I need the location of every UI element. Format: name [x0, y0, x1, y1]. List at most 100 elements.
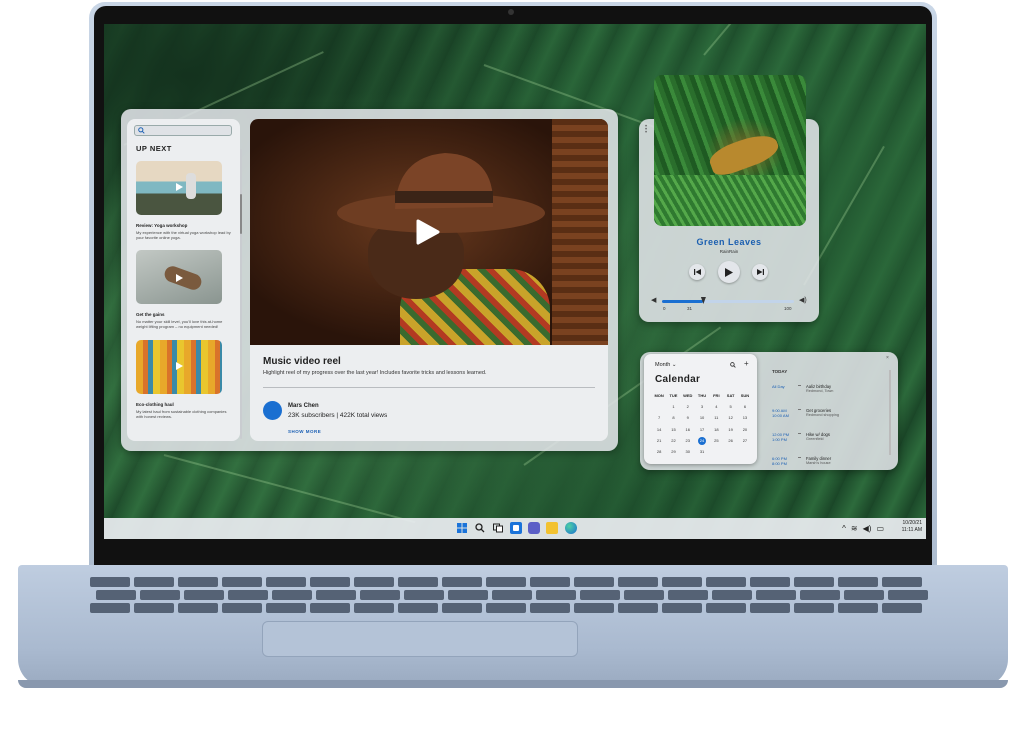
playlist-thumbnail-clothing[interactable]	[136, 340, 222, 394]
calendar-day[interactable]: 29	[666, 448, 680, 456]
keyboard-key	[140, 590, 180, 600]
trackpad	[262, 621, 578, 657]
calendar-day[interactable]: 25	[709, 437, 723, 445]
channel-avatar[interactable]	[263, 401, 282, 420]
channel-name[interactable]: Mars Chen	[288, 403, 319, 409]
volume-max-icon[interactable]: ◀)	[799, 296, 807, 304]
search-icon[interactable]	[474, 522, 486, 534]
event-time: 6:00 PM 8:00 PM	[772, 456, 787, 466]
search-input[interactable]	[134, 125, 232, 136]
keyboard-key	[662, 603, 702, 613]
battery-icon[interactable]: ▭	[876, 524, 884, 533]
calendar-day[interactable]: 20	[738, 426, 752, 434]
calendar-day[interactable]: 18	[709, 426, 723, 434]
keyboard-key	[756, 590, 796, 600]
volume-mute-icon[interactable]: ◀	[651, 296, 656, 304]
view-mode-dropdown[interactable]: Month ⌄	[655, 362, 676, 368]
calendar-day[interactable]: 14	[652, 426, 666, 434]
calendar-day[interactable]: 17	[695, 426, 709, 434]
playlist-item-desc: No matter your skill level, you'll love …	[136, 319, 223, 329]
keyboard-key	[536, 590, 576, 600]
teams-chat-icon[interactable]	[528, 522, 540, 534]
search-icon[interactable]	[730, 362, 736, 368]
calendar-day[interactable]: 10	[695, 414, 709, 422]
task-view-icon[interactable]	[492, 522, 504, 534]
keyboard-key	[486, 577, 526, 587]
play-icon[interactable]	[416, 219, 440, 245]
volume-icon[interactable]: ◀)	[863, 524, 872, 533]
calendar-day[interactable]: 1	[666, 403, 680, 411]
keyboard-key	[888, 590, 928, 600]
playlist-item-title[interactable]: Get the gains	[136, 312, 231, 317]
keyboard-key	[310, 577, 350, 587]
calendar-day[interactable]: 31	[695, 448, 709, 456]
previous-track-button[interactable]	[689, 264, 705, 280]
wifi-icon[interactable]: ≋	[851, 524, 858, 533]
playlist-item-title[interactable]: Review: Yoga workshop	[136, 223, 231, 228]
calendar-title: Calendar	[655, 374, 701, 385]
volume-slider[interactable]	[662, 297, 794, 304]
calendar-day[interactable]: 11	[709, 414, 723, 422]
calendar-day[interactable]: 15	[666, 426, 680, 434]
next-track-button[interactable]	[752, 264, 768, 280]
calendar-day[interactable]: 16	[681, 426, 695, 434]
channel-stats: 23K subscribers | 422K total views	[288, 412, 388, 419]
calendar-day	[652, 403, 666, 411]
calendar-day[interactable]: 6	[738, 403, 752, 411]
keyboard-key	[750, 577, 790, 587]
windows-start-icon[interactable]	[456, 522, 468, 534]
video-title: Music video reel	[263, 356, 341, 367]
clock[interactable]: 10/20/21 11:11 AM	[902, 520, 922, 534]
calendar-day[interactable]: 26	[723, 437, 737, 445]
playlist-thumbnail-yoga[interactable]	[136, 161, 222, 215]
calendar-day[interactable]: 22	[666, 437, 680, 445]
calendar-day[interactable]: 30	[681, 448, 695, 456]
playlist-thumbnail-gains[interactable]	[136, 250, 222, 304]
keyboard-key	[530, 603, 570, 613]
close-icon[interactable]: ×	[886, 355, 889, 361]
keyboard-key	[178, 603, 218, 613]
keyboard-key	[184, 590, 224, 600]
add-event-icon[interactable]: +	[744, 359, 749, 368]
desktop-screen: UP NEXT Review: Yoga workshop My experie…	[104, 24, 926, 539]
calendar-day[interactable]: 2	[681, 403, 695, 411]
show-more-link[interactable]: SHOW MORE	[288, 429, 321, 434]
calendar-day[interactable]: 9	[681, 414, 695, 422]
calendar-day[interactable]: 21	[652, 437, 666, 445]
drag-handle-icon[interactable]: • • •	[645, 124, 647, 136]
next-icon	[756, 269, 764, 275]
calendar-day[interactable]: 28	[652, 448, 666, 456]
keyboard-key	[800, 590, 840, 600]
weekday-header: SUN	[740, 393, 750, 398]
calendar-day[interactable]: 24	[698, 436, 707, 445]
video-player[interactable]	[250, 119, 608, 345]
weekday-header: THU	[697, 393, 707, 398]
search-icon	[138, 127, 145, 134]
calendar-day[interactable]: 8	[666, 414, 680, 422]
calendar-day[interactable]: 19	[723, 426, 737, 434]
calendar-day[interactable]: 13	[738, 414, 752, 422]
system-tray[interactable]: ^ ≋ ◀) ▭	[842, 524, 884, 533]
calendar-day[interactable]: 5	[723, 403, 737, 411]
edge-browser-icon[interactable]	[565, 522, 577, 534]
keyboard-key	[398, 603, 438, 613]
event-marker	[798, 385, 801, 386]
keyboard-key	[272, 590, 312, 600]
calendar-day[interactable]: 4	[709, 403, 723, 411]
calendar-day[interactable]: 7	[652, 414, 666, 422]
widgets-icon[interactable]	[510, 522, 522, 534]
previous-icon	[693, 269, 701, 275]
keyboard-key	[178, 577, 218, 587]
chevron-up-icon[interactable]: ^	[842, 524, 846, 533]
play-pause-button[interactable]	[718, 261, 740, 283]
calendar-day[interactable]: 3	[695, 403, 709, 411]
song-title: Green Leaves	[696, 237, 762, 247]
file-explorer-icon[interactable]	[546, 522, 558, 534]
playlist-item-title[interactable]: Eco-clothing haul	[136, 402, 231, 407]
calendar-day[interactable]: 12	[723, 414, 737, 422]
calendar-day[interactable]: 27	[738, 437, 752, 445]
calendar-day[interactable]: 23	[681, 437, 695, 445]
video-description: Highlight reel of my progress over the l…	[263, 370, 487, 376]
sidebar-scrollbar[interactable]	[240, 149, 242, 439]
agenda-scrollbar[interactable]	[889, 370, 891, 455]
